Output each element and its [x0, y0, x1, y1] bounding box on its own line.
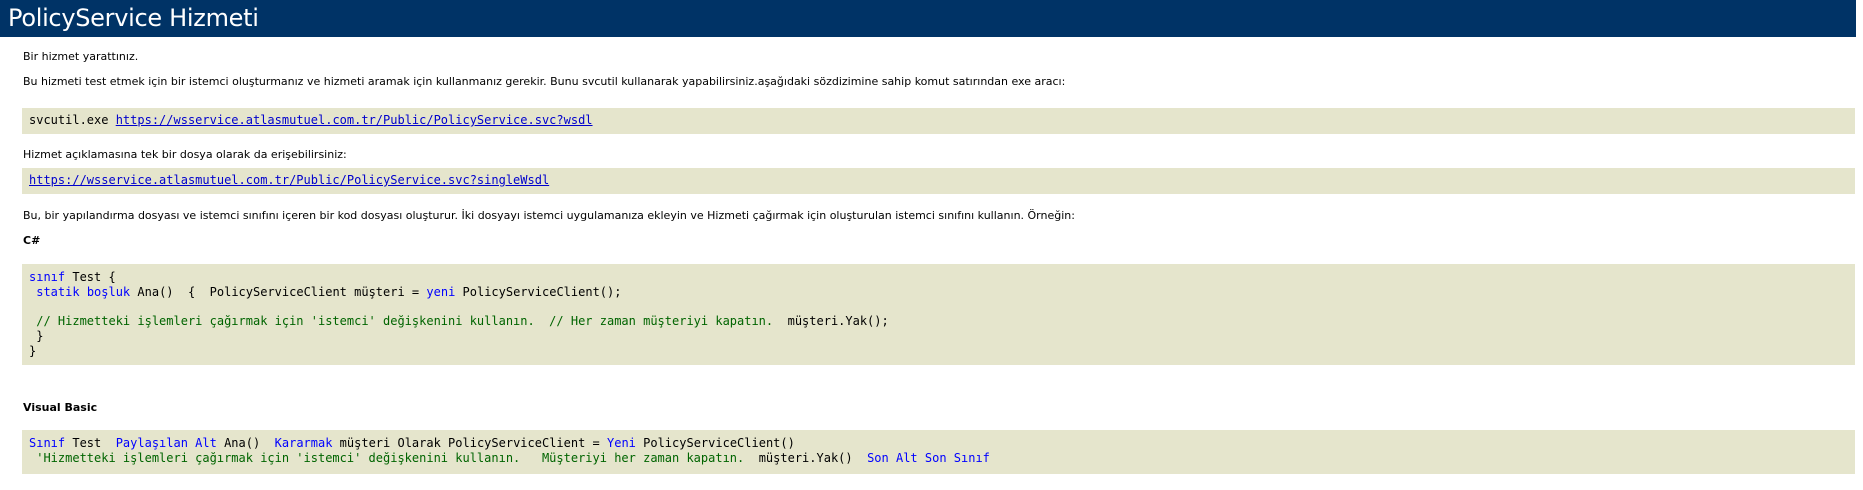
- wsdl-link[interactable]: https://wsservice.atlasmutuel.com.tr/Pub…: [116, 113, 593, 127]
- vb-heading: Visual Basic: [23, 401, 98, 414]
- single-wsdl-line: https://wsservice.atlasmutuel.com.tr/Pub…: [29, 173, 549, 188]
- single-wsdl-box: https://wsservice.atlasmutuel.com.tr/Pub…: [22, 168, 1855, 194]
- csharp-code-text: Test {: [65, 270, 116, 284]
- vb-code-text: müşteri.Yak(): [744, 451, 868, 465]
- csharp-keyword: sınıf: [29, 270, 66, 284]
- csharp-keyword: boşluk: [86, 285, 131, 299]
- csharp-line-5: }: [29, 344, 37, 358]
- csharp-code-text: müşteri.Yak();: [773, 314, 889, 328]
- svcutil-command-box: svcutil.exe https://wsservice.atlasmutue…: [22, 108, 1855, 134]
- csharp-code-box: sınıf Test { statik boşluk Ana() { Polic…: [22, 264, 1855, 365]
- vb-keyword: Paylaşılan Alt: [115, 436, 217, 450]
- csharp-line-4: }: [29, 329, 44, 343]
- csharp-line-3: // Hizmetteki işlemleri çağırmak için 'i…: [29, 314, 889, 329]
- vb-keyword: Yeni: [607, 436, 636, 450]
- csharp-code-text: [80, 285, 87, 299]
- single-wsdl-link[interactable]: https://wsservice.atlasmutuel.com.tr/Pub…: [29, 173, 549, 187]
- csharp-keyword: yeni: [426, 285, 456, 299]
- csharp-code-text: Ana() { PolicyServiceClient müşteri =: [130, 285, 427, 299]
- page-title: PolicyService Hizmeti: [0, 0, 1856, 37]
- vb-code-text: müşteri Olarak PolicyServiceClient =: [332, 436, 607, 450]
- svcutil-command: svcutil.exe: [29, 113, 116, 127]
- vb-code-text: Test: [65, 436, 116, 450]
- vb-keyword: Kararmak: [274, 436, 333, 450]
- intro-test-info-text: Bu hizmeti test etmek için bir istemci o…: [23, 75, 1066, 88]
- csharp-line-2: statik boşluk Ana() { PolicyServiceClien…: [29, 285, 621, 300]
- csharp-comment: // Hizmetteki işlemleri çağırmak için 'i…: [29, 314, 774, 328]
- csharp-heading: C#: [23, 234, 41, 247]
- csharp-code-text: PolicyServiceClient();: [455, 285, 622, 299]
- vb-line-2: 'Hizmetteki işlemleri çağırmak için 'ist…: [29, 451, 990, 466]
- vb-code-text: Ana(): [216, 436, 275, 450]
- vb-keyword: Sınıf: [29, 436, 66, 450]
- single-file-label: Hizmet açıklamasına tek bir dosya olarak…: [23, 148, 347, 161]
- vb-comment: 'Hizmetteki işlemleri çağırmak için 'ist…: [29, 451, 745, 465]
- csharp-keyword: statik: [29, 285, 80, 299]
- vb-code-text: PolicyServiceClient(): [635, 436, 795, 450]
- config-info-text: Bu, bir yapılandırma dosyası ve istemci …: [23, 209, 1075, 222]
- vb-code-box: Sınıf Test Paylaşılan Alt Ana() Kararmak…: [22, 430, 1855, 474]
- intro-created-text: Bir hizmet yarattınız.: [23, 50, 139, 63]
- vb-keyword: Son Alt Son Sınıf: [867, 451, 990, 465]
- vb-line-1: Sınıf Test Paylaşılan Alt Ana() Kararmak…: [29, 436, 795, 451]
- csharp-line-1: sınıf Test {: [29, 270, 116, 285]
- svcutil-command-line: svcutil.exe https://wsservice.atlasmutue…: [29, 113, 593, 128]
